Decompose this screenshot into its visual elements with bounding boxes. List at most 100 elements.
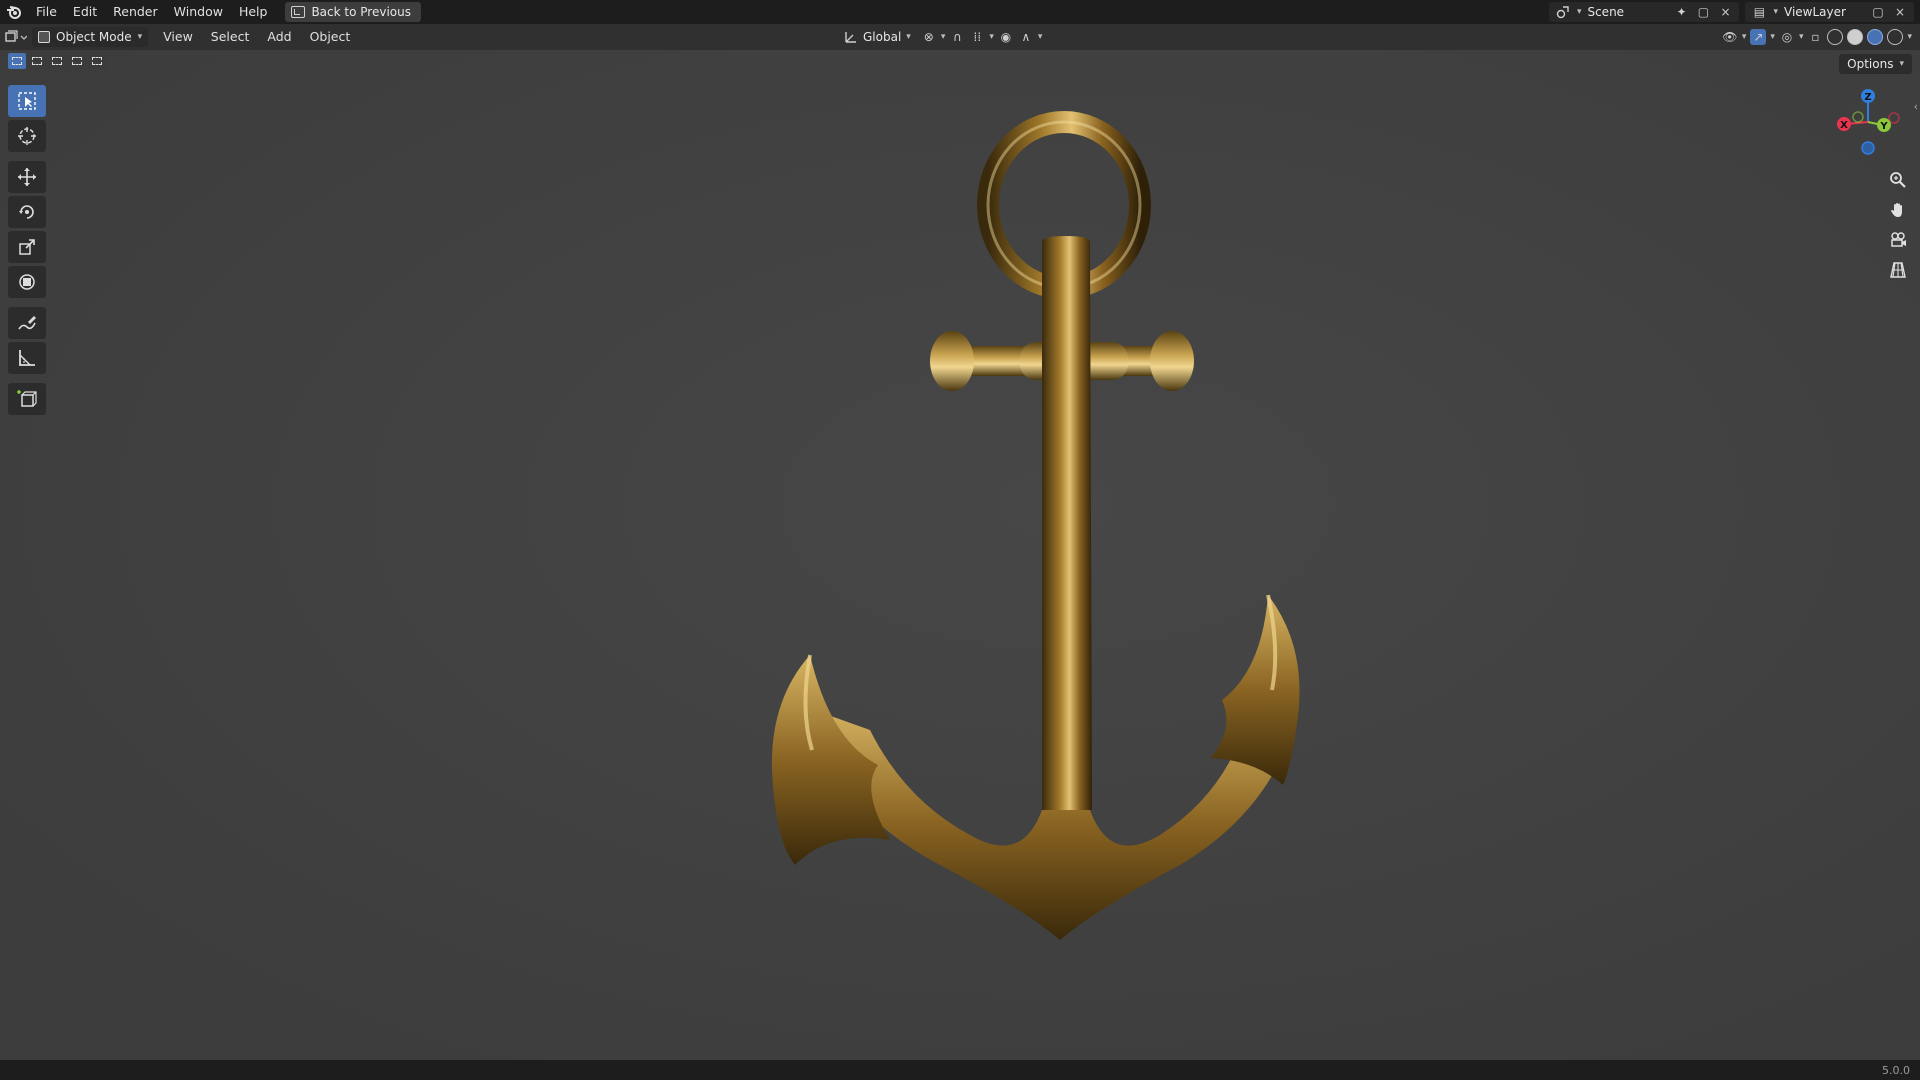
measure-tool[interactable] <box>8 342 46 374</box>
add-cube-tool[interactable] <box>8 383 46 415</box>
select-cursor-icon <box>18 92 36 110</box>
object-mode-dropdown[interactable]: Object Mode ▾ <box>32 27 149 47</box>
back-to-previous-label: Back to Previous <box>311 5 411 19</box>
pan-button[interactable] <box>1886 198 1910 222</box>
camera-icon <box>1891 232 1906 247</box>
camera-view-button[interactable] <box>1886 228 1910 252</box>
options-dropdown[interactable]: Options ▾ <box>1839 54 1912 74</box>
navigation-gizmo[interactable]: Z X Y <box>1828 82 1908 164</box>
chevron-down-icon: ▾ <box>137 32 143 42</box>
chevron-down-icon: ▾ <box>1576 7 1582 17</box>
overlays-icon[interactable]: ◎ <box>1779 29 1795 45</box>
zoom-button[interactable] <box>1886 168 1910 192</box>
gizmo-x-label: X <box>1840 120 1848 131</box>
transform-tool[interactable] <box>8 266 46 298</box>
select-mode-buttons <box>8 53 106 71</box>
sidebar-toggle-chevron-icon[interactable]: ‹ <box>1914 100 1918 113</box>
xray-icon[interactable]: ▫ <box>1807 29 1823 45</box>
menu-object[interactable]: Object <box>301 24 360 50</box>
menu-window[interactable]: Window <box>166 0 231 24</box>
rotate-tool[interactable] <box>8 196 46 228</box>
scale-icon <box>19 239 35 255</box>
snap-icon[interactable]: ∩ <box>949 29 965 45</box>
status-bar: 5.0.0 <box>0 1060 1920 1080</box>
3d-cursor-icon <box>18 127 36 145</box>
proportional-editing-icon[interactable]: ◉ <box>998 29 1014 45</box>
scene-name-field[interactable]: Scene <box>1587 5 1667 19</box>
transform-orientation-dropdown[interactable]: Global ▾ <box>838 27 917 47</box>
menu-view[interactable]: View <box>154 24 202 50</box>
annotate-tool[interactable] <box>8 307 46 339</box>
falloff-icon[interactable]: ∧ <box>1018 29 1034 45</box>
hand-icon <box>1891 203 1902 217</box>
chevron-down-icon: ▾ <box>1899 59 1904 69</box>
gizmo-y-label: Y <box>1879 121 1888 132</box>
solid-shading-icon[interactable] <box>1847 29 1864 45</box>
select-box-tool[interactable] <box>8 85 46 117</box>
pivot-point-icon[interactable]: ⊗ <box>921 29 937 45</box>
select-subtract-icon[interactable] <box>48 53 66 69</box>
viewport-header: Object Mode ▾ View Select Add Object Glo… <box>0 24 1920 50</box>
options-label: Options <box>1847 57 1894 71</box>
chevron-down-icon: ▾ <box>906 32 911 42</box>
new-view-layer-icon[interactable]: ▢ <box>1870 4 1886 20</box>
chevron-down-icon: ▾ <box>1741 32 1747 42</box>
back-icon <box>291 6 306 18</box>
chevron-down-icon: ▾ <box>1907 32 1912 42</box>
top-menu-bar: File Edit Render Window Help Back to Pre… <box>0 0 1920 24</box>
chevron-down-icon: ▾ <box>940 32 946 42</box>
menu-edit[interactable]: Edit <box>65 0 105 24</box>
transform-icon <box>19 274 35 290</box>
view-layer-icon: ▤ <box>1753 5 1766 19</box>
chevron-down-icon: ▾ <box>1798 32 1804 42</box>
object-mode-label: Object Mode <box>56 30 132 44</box>
cursor-tool[interactable] <box>8 120 46 152</box>
close-icon[interactable]: × <box>1717 4 1733 20</box>
wireframe-shading-icon[interactable] <box>1827 29 1844 45</box>
chevron-down-icon: ▾ <box>1037 32 1043 42</box>
measure-ruler-icon <box>19 350 35 366</box>
select-new-icon[interactable] <box>8 53 26 69</box>
select-extend-icon[interactable] <box>28 53 46 69</box>
grid-perspective-icon <box>1890 262 1906 278</box>
menu-add[interactable]: Add <box>258 24 300 50</box>
close-icon[interactable]: × <box>1892 4 1908 20</box>
material-preview-shading-icon[interactable] <box>1867 29 1884 45</box>
scale-tool[interactable] <box>8 231 46 263</box>
chevron-down-icon: ▾ <box>1770 32 1775 42</box>
back-to-previous-button[interactable]: Back to Previous <box>285 2 421 22</box>
view-layer-name-field[interactable]: ViewLayer <box>1784 5 1864 19</box>
gizmo-z-label: Z <box>1864 92 1871 103</box>
menu-help[interactable]: Help <box>231 0 276 24</box>
snap-increment-icon[interactable]: ⁞⁞ <box>969 29 985 45</box>
rendered-shading-icon[interactable] <box>1887 29 1904 45</box>
visibility-icon[interactable]: 👁 <box>1722 29 1738 45</box>
new-scene-icon[interactable]: ▢ <box>1695 4 1711 20</box>
editor-type-icon[interactable] <box>0 26 32 48</box>
chevron-down-icon: ▾ <box>1773 7 1778 17</box>
perspective-toggle-button[interactable] <box>1886 258 1910 282</box>
zoom-magnifier-icon <box>1890 172 1906 188</box>
gizmo-toggle-icon[interactable]: ↗ <box>1750 29 1767 45</box>
scene-selector[interactable]: ▾ Scene ✦ ▢ × <box>1548 2 1740 22</box>
annotate-pencil-icon <box>18 316 36 330</box>
version-label: 5.0.0 <box>1882 1063 1910 1077</box>
menu-select[interactable]: Select <box>202 24 259 50</box>
view-layer-selector[interactable]: ▤ ▾ ViewLayer ▢ × <box>1745 2 1914 22</box>
menu-file[interactable]: File <box>28 0 65 24</box>
tool-shelf <box>8 85 48 418</box>
move-tool[interactable] <box>8 161 46 193</box>
blender-logo-icon[interactable] <box>0 0 28 24</box>
add-cube-icon <box>17 390 37 407</box>
object-mode-icon <box>38 31 50 43</box>
select-intersect-icon[interactable] <box>88 53 106 69</box>
rotate-icon <box>19 205 34 219</box>
orientation-icon <box>845 32 856 43</box>
select-invert-icon[interactable] <box>68 53 86 69</box>
anchor-model[interactable] <box>0 50 1920 1060</box>
chevron-down-icon: ▾ <box>989 32 994 42</box>
orientation-label: Global <box>863 30 902 44</box>
menu-render[interactable]: Render <box>105 0 166 24</box>
pin-icon[interactable]: ✦ <box>1673 4 1689 20</box>
3d-viewport[interactable]: Options ▾ ‹ Z X Y <box>0 50 1920 1060</box>
